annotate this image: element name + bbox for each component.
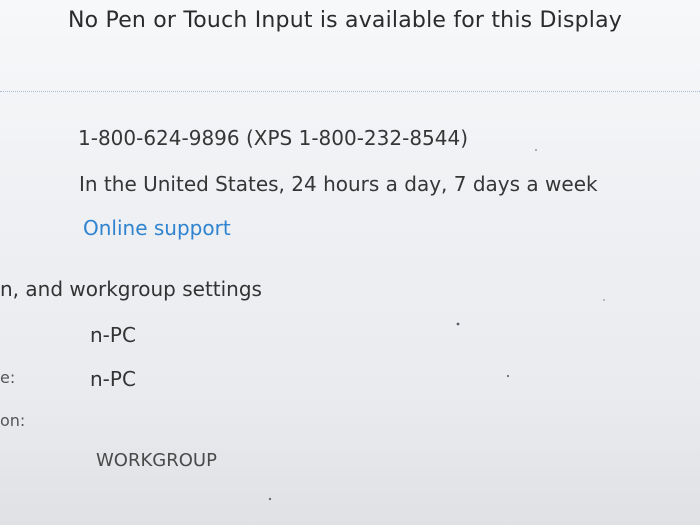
computer-name-value: n-PC <box>90 323 136 347</box>
network-settings-title: n, and workgroup settings <box>0 277 262 301</box>
workgroup-value: WORKGROUP <box>96 450 217 471</box>
screen-dust-specks <box>268 149 605 501</box>
system-properties-panel: No Pen or Touch Input is available for t… <box>0 0 700 525</box>
pen-touch-text: No Pen or Touch Input is available for t… <box>68 8 622 33</box>
full-computer-name-label: e: <box>0 368 16 387</box>
section-divider <box>0 91 700 92</box>
online-support-link[interactable]: Online support <box>83 218 231 238</box>
support-hours-text: In the United States, 24 hours a day, 7 … <box>79 172 598 196</box>
computer-description-label: on: <box>0 411 26 430</box>
full-computer-name-value: n-PC <box>90 367 136 391</box>
support-phone-text: 1-800-624-9896 (XPS 1-800-232-8544) <box>78 126 469 150</box>
